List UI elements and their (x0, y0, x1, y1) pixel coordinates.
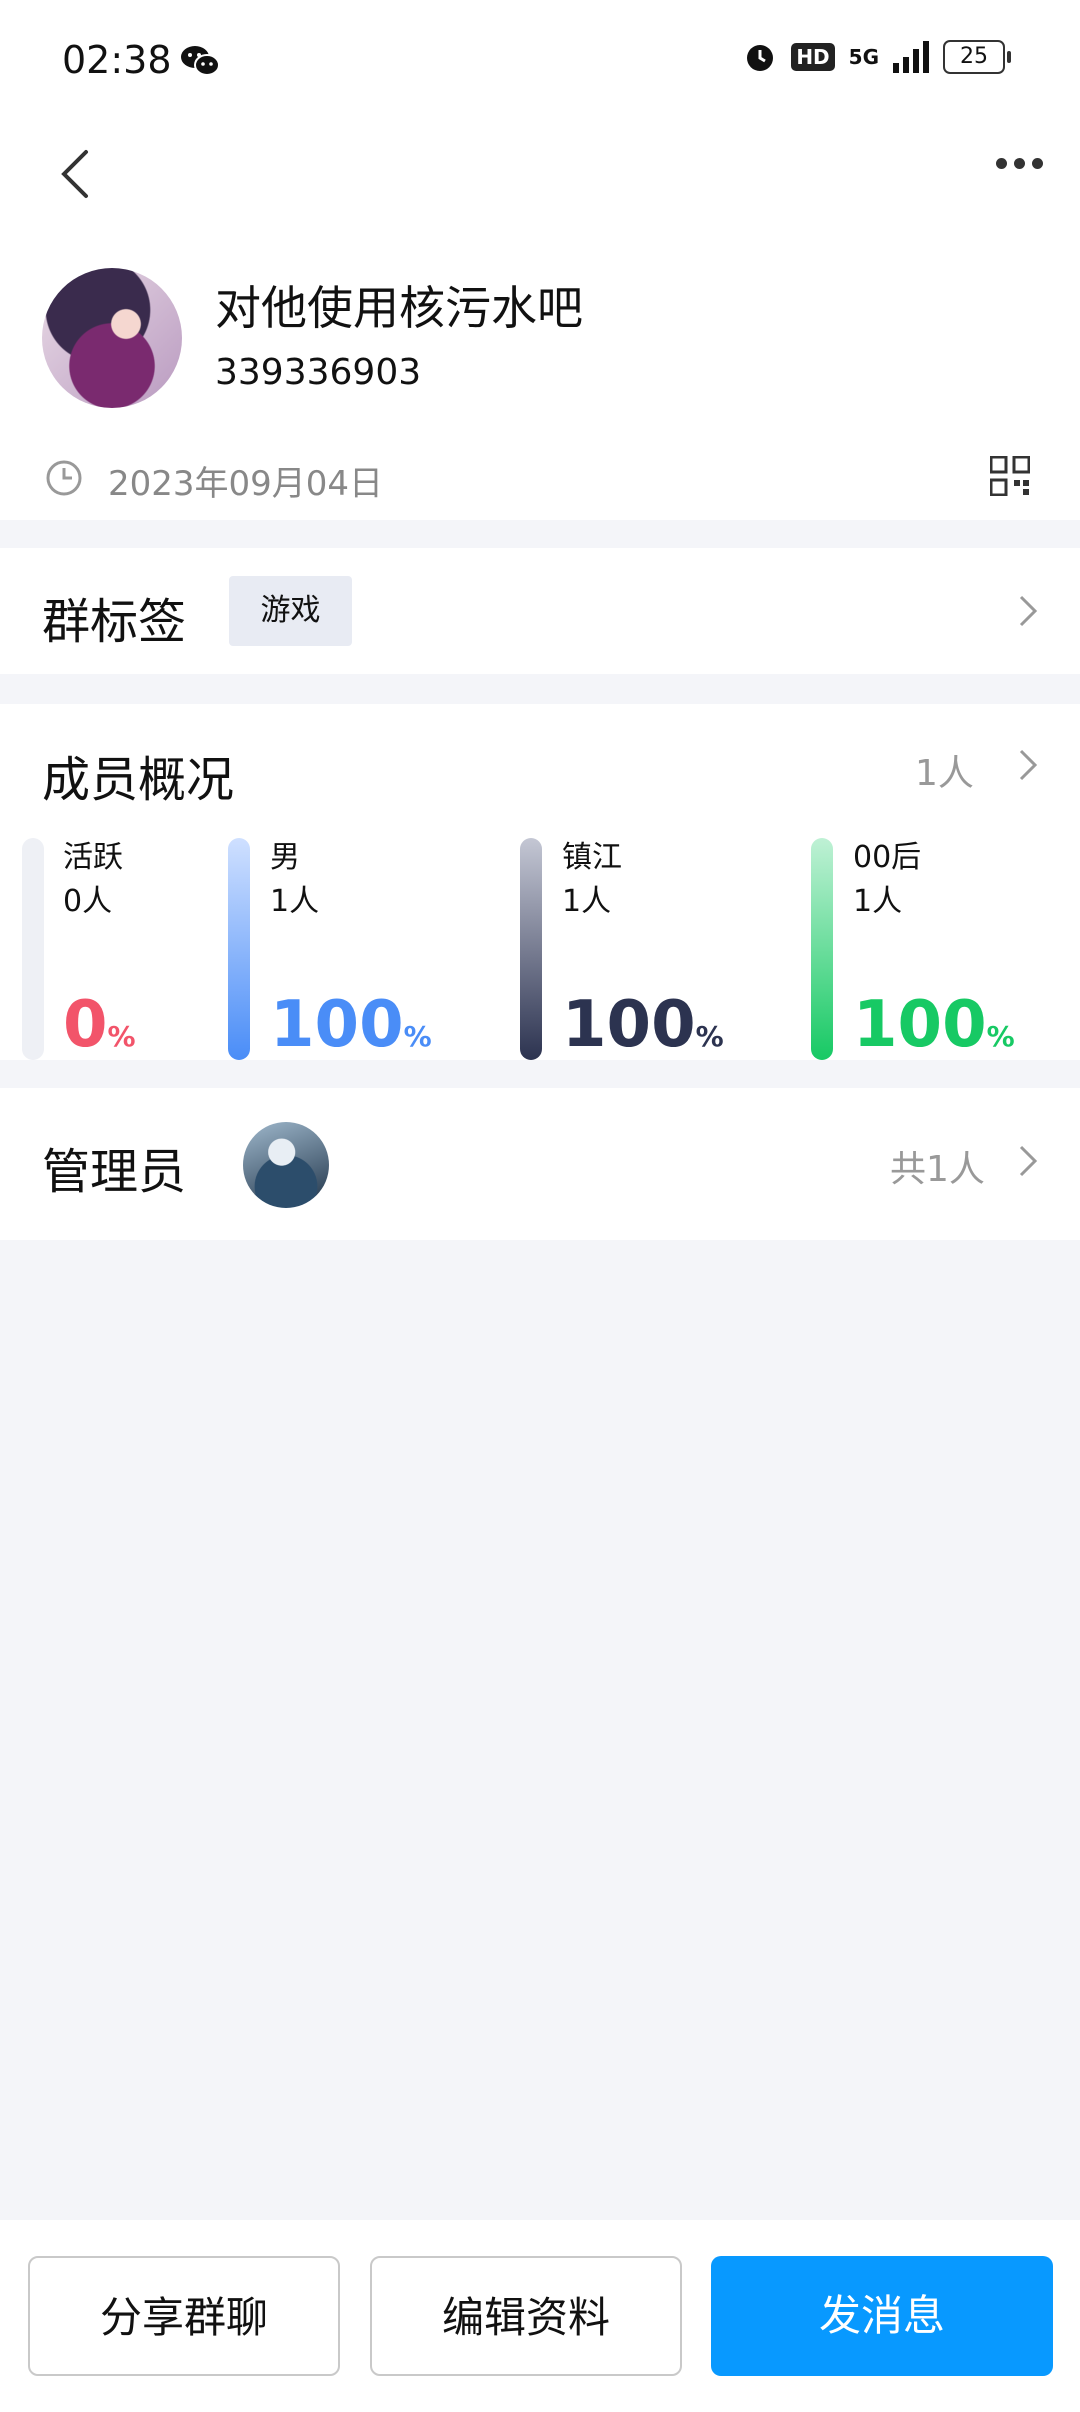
edit-profile-button[interactable]: 编辑资料 (370, 2256, 682, 2376)
status-bar: 02:38 HD 5G 25 (0, 0, 1080, 120)
chevron-right-icon (1019, 749, 1038, 781)
group-tags-row[interactable]: 群标签 游戏 (0, 548, 1080, 674)
qr-code-icon[interactable] (990, 456, 1030, 496)
clock-icon (46, 460, 82, 496)
stat-bar (811, 838, 833, 1060)
hd-badge: HD (791, 43, 835, 71)
battery-icon: 25 (943, 40, 1011, 74)
chevron-right-icon (1019, 1145, 1038, 1177)
group-name: 对他使用核污水吧 (215, 281, 583, 335)
admins-label: 管理员 (42, 1144, 187, 1200)
stat-count: 0人 (63, 884, 113, 919)
chevron-right-icon (1019, 595, 1038, 627)
stat-percent: 0% (63, 988, 136, 1062)
alarm-icon (747, 45, 774, 71)
stat-count: 1人 (853, 884, 903, 919)
group-avatar[interactable] (42, 268, 182, 408)
signal-icon (893, 41, 929, 73)
more-options-icon[interactable] (996, 158, 1043, 169)
back-icon[interactable] (58, 148, 94, 200)
signal-5g: 5G (848, 45, 879, 69)
status-time: 02:38 (62, 38, 172, 82)
stat-count: 1人 (562, 884, 612, 919)
battery-level: 25 (960, 44, 988, 69)
stat-title: 镇江 (562, 840, 622, 875)
stat-percent: 100% (562, 988, 724, 1062)
status-icons: HD 5G 25 (743, 40, 1011, 74)
member-count: 1人 (915, 753, 974, 794)
stat-percent: 100% (270, 988, 432, 1062)
group-tags-label: 群标签 (42, 594, 187, 650)
stat-bar (22, 838, 44, 1060)
bottom-action-bar: 分享群聊 编辑资料 发消息 (0, 2220, 1080, 2412)
tag-chip[interactable]: 游戏 (229, 576, 352, 646)
admins-total: 共1人 (890, 1149, 985, 1190)
stat-title: 活跃 (63, 840, 123, 875)
stat-title: 男 (270, 840, 300, 875)
send-message-button[interactable]: 发消息 (711, 2256, 1053, 2376)
group-id: 339336903 (215, 352, 422, 393)
created-date: 2023年09月04日 (108, 464, 384, 504)
admins-row[interactable]: 管理员 共1人 (0, 1088, 1080, 1240)
stat-bar (520, 838, 542, 1060)
stat-bar (228, 838, 250, 1060)
wechat-icon (181, 46, 220, 76)
stat-count: 1人 (270, 884, 320, 919)
share-group-button[interactable]: 分享群聊 (28, 2256, 340, 2376)
stat-title: 00后 (853, 840, 922, 875)
admin-avatar[interactable] (243, 1122, 329, 1208)
header-section: 02:38 HD 5G 25 对他使用核污水吧 339336903 2023年0… (0, 0, 1080, 520)
member-overview-label: 成员概况 (42, 752, 235, 808)
stat-percent: 100% (853, 988, 1015, 1062)
